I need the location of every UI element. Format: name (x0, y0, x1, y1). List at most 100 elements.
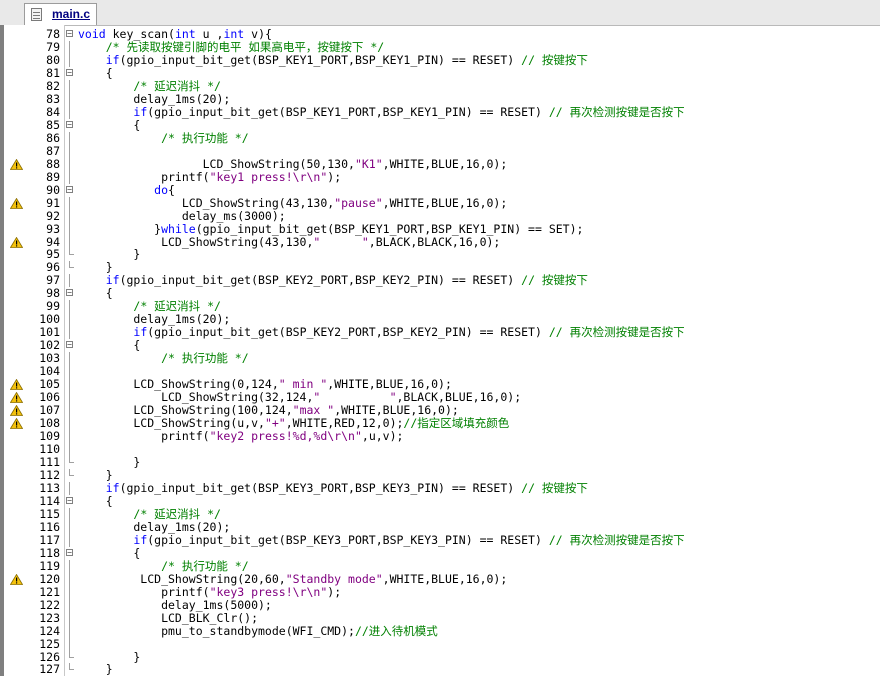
fold-toggle[interactable]: − (66, 120, 73, 128)
line-number: 113 (39, 480, 60, 495)
fold-line (69, 624, 70, 638)
code-line[interactable]: 116 delay_1ms(20); (0, 520, 880, 534)
fold-end-marker (69, 663, 74, 671)
code-line[interactable]: 103 /* 执行功能 */ (0, 352, 880, 366)
code-line[interactable]: 115 /* 延迟消抖 */ (0, 506, 880, 521)
code-line[interactable]: 88 LCD_ShowString(50,130,"K1",WHITE,BLUE… (0, 157, 880, 171)
code-text: { (78, 493, 113, 508)
warning-triangle-icon[interactable] (10, 236, 23, 248)
code-line[interactable]: 92 delay_ms(3000); (0, 209, 880, 223)
code-line[interactable]: 79 /* 先读取按键引脚的电平 如果高电平，按键按下 */ (0, 39, 880, 54)
code-line[interactable]: 127 } (0, 663, 880, 676)
code-text: if(gpio_input_bit_get(BSP_KEY3_PORT,BSP_… (105, 480, 588, 495)
code-line[interactable]: 90− do{ (0, 183, 880, 197)
fold-line (69, 300, 70, 314)
code-text: /* 执行功能 */ (161, 558, 249, 573)
warning-triangle-icon[interactable] (10, 158, 23, 170)
code-text: printf("key2 press!%d,%d\r\n",u,v); (78, 429, 404, 444)
code-line[interactable]: 109 printf("key2 press!%d,%d\r\n",u,v); (0, 430, 880, 443)
code-line[interactable]: 113 if(gpio_input_bit_get(BSP_KEY3_PORT,… (0, 480, 880, 495)
code-line[interactable]: 124 pmu_to_standbymode(WFI_CMD);//进入待机模式 (0, 624, 880, 638)
code-text: /* 执行功能 */ (161, 130, 249, 145)
code-text: if(gpio_input_bit_get(BSP_KEY1_PORT,BSP_… (105, 52, 588, 67)
fold-line (69, 430, 70, 443)
fold-toggle[interactable]: − (66, 496, 73, 504)
code-line[interactable]: 117 if(gpio_input_bit_get(BSP_KEY3_PORT,… (0, 532, 880, 547)
fold-line (69, 585, 70, 599)
fold-line (69, 559, 70, 573)
code-text: /* 先读取按键引脚的电平 如果高电平，按键按下 */ (105, 39, 385, 54)
fold-line (69, 222, 70, 236)
code-line[interactable]: 89 printf("key1 press!\r\n"); (0, 170, 880, 184)
warning-triangle-icon[interactable] (10, 405, 23, 416)
fold-line (69, 144, 70, 158)
tab-label: main.c (52, 7, 91, 21)
fold-toggle[interactable]: − (66, 289, 73, 297)
fold-line (69, 40, 70, 54)
fold-toggle[interactable]: − (66, 548, 73, 556)
warning-triangle-icon[interactable] (10, 379, 23, 391)
code-line[interactable]: 121 printf("key3 press!\r\n"); (0, 585, 880, 599)
fold-line (69, 157, 70, 171)
fold-line (69, 196, 70, 210)
code-text: LCD_ShowString(43,130," ",BLACK,BLACK,16… (78, 234, 501, 249)
code-line[interactable]: 85− { (0, 117, 880, 132)
warning-triangle-icon[interactable] (10, 392, 23, 404)
fold-end-marker (69, 455, 74, 463)
fold-line (69, 92, 70, 106)
fold-line (69, 391, 70, 405)
code-text: { (78, 117, 141, 132)
line-number: 112 (39, 467, 60, 482)
fold-toggle[interactable]: − (66, 30, 73, 38)
code-line[interactable]: 126 } (0, 650, 880, 664)
line-number: 119 (39, 558, 60, 573)
fold-toggle[interactable]: − (66, 68, 73, 76)
code-line[interactable]: 84 if(gpio_input_bit_get(BSP_KEY1_PORT,B… (0, 104, 880, 119)
fold-line (69, 404, 70, 418)
line-number: 115 (39, 506, 60, 521)
code-line[interactable]: 97 if(gpio_input_bit_get(BSP_KEY2_PORT,B… (0, 274, 880, 288)
fold-line (69, 417, 70, 431)
code-line[interactable]: 81− { (0, 66, 880, 80)
c-file-icon (31, 8, 42, 21)
code-text: } (78, 662, 113, 676)
code-text: delay_1ms(20); (78, 91, 231, 106)
line-number: 117 (39, 532, 60, 547)
code-text: { (78, 545, 141, 560)
warning-triangle-icon[interactable] (10, 573, 23, 585)
fold-toggle[interactable]: − (66, 185, 73, 193)
code-line[interactable]: 111 } (0, 455, 880, 469)
code-line[interactable]: 95 } (0, 248, 880, 261)
code-text: /* 延迟消抖 */ (133, 78, 221, 93)
code-line[interactable]: 114− { (0, 493, 880, 508)
code-line[interactable]: 120 LCD_ShowString(20,60,"Standby mode",… (0, 572, 880, 586)
fold-line (69, 131, 70, 145)
code-line[interactable]: 80 if(gpio_input_bit_get(BSP_KEY1_PORT,B… (0, 52, 880, 67)
warning-triangle-icon[interactable] (10, 418, 23, 429)
code-line[interactable]: 119 /* 执行功能 */ (0, 558, 880, 573)
code-line[interactable]: 91 LCD_ShowString(43,130,"pause",WHITE,B… (0, 195, 880, 210)
code-text: delay_1ms(5000); (78, 597, 272, 612)
code-line[interactable]: 83 delay_1ms(20); (0, 91, 880, 106)
fold-line (69, 53, 70, 67)
code-line[interactable]: 82 /* 延迟消抖 */ (0, 78, 880, 93)
code-line[interactable]: 123 LCD_BLK_Clr(); (0, 611, 880, 625)
code-line[interactable]: 112 } (0, 467, 880, 482)
code-line[interactable]: 125 (0, 637, 880, 651)
fold-line (69, 274, 70, 288)
code-line[interactable]: 118− { (0, 545, 880, 560)
code-line[interactable]: 86 /* 执行功能 */ (0, 130, 880, 145)
warning-triangle-icon[interactable] (10, 197, 23, 209)
fold-line (69, 611, 70, 625)
line-number: 91 (46, 195, 60, 210)
code-line[interactable]: 87 (0, 144, 880, 158)
code-editor[interactable]: 78− void key_scan(int u ,int v){79 /* 先读取… (0, 28, 880, 676)
code-line[interactable]: 122 delay_1ms(5000); (0, 597, 880, 612)
code-line[interactable]: 93 }while(gpio_input_bit_get(BSP_KEY1_PO… (0, 222, 880, 236)
line-number: 82 (46, 78, 60, 93)
line-number: 122 (39, 597, 60, 612)
tab-main-c[interactable]: main.c (24, 3, 97, 25)
fold-toggle[interactable]: − (66, 341, 73, 349)
line-number: 84 (46, 104, 60, 119)
code-text: LCD_ShowString(43,130,"pause",WHITE,BLUE… (78, 195, 508, 210)
